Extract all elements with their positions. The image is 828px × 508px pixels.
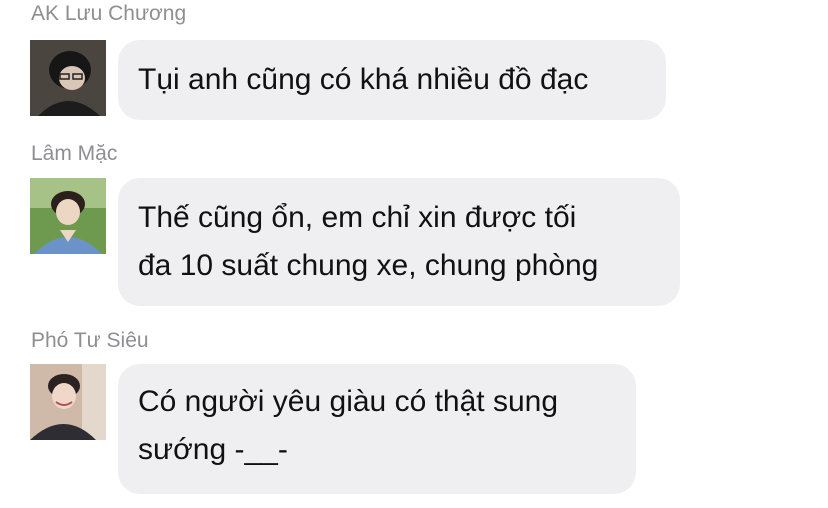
sender-name: AK Lưu Chương	[31, 2, 187, 25]
message-text-line: đa 10 suất chung xe, chung phòng	[138, 249, 599, 282]
avatar[interactable]	[30, 40, 106, 116]
message-text-line: sướng -__-	[138, 433, 288, 466]
message-bubble[interactable]: Thế cũng ổn, em chỉ xin được tối đa 10 s…	[118, 178, 680, 306]
message-text-line: Tụi anh cũng có khá nhiều đồ đạc	[138, 63, 589, 96]
sender-name: Phó Tư Siêu	[31, 329, 149, 352]
avatar[interactable]	[30, 178, 106, 254]
sender-name: Lâm Mặc	[31, 142, 118, 165]
message-text-line: Có người yêu giàu có thật sung	[138, 385, 559, 418]
message-text-line: Thế cũng ổn, em chỉ xin được tối	[138, 201, 577, 234]
avatar[interactable]	[30, 364, 106, 440]
message-bubble[interactable]: Tụi anh cũng có khá nhiều đồ đạc	[118, 40, 666, 120]
message-bubble[interactable]: Có người yêu giàu có thật sung sướng -__…	[118, 364, 636, 494]
